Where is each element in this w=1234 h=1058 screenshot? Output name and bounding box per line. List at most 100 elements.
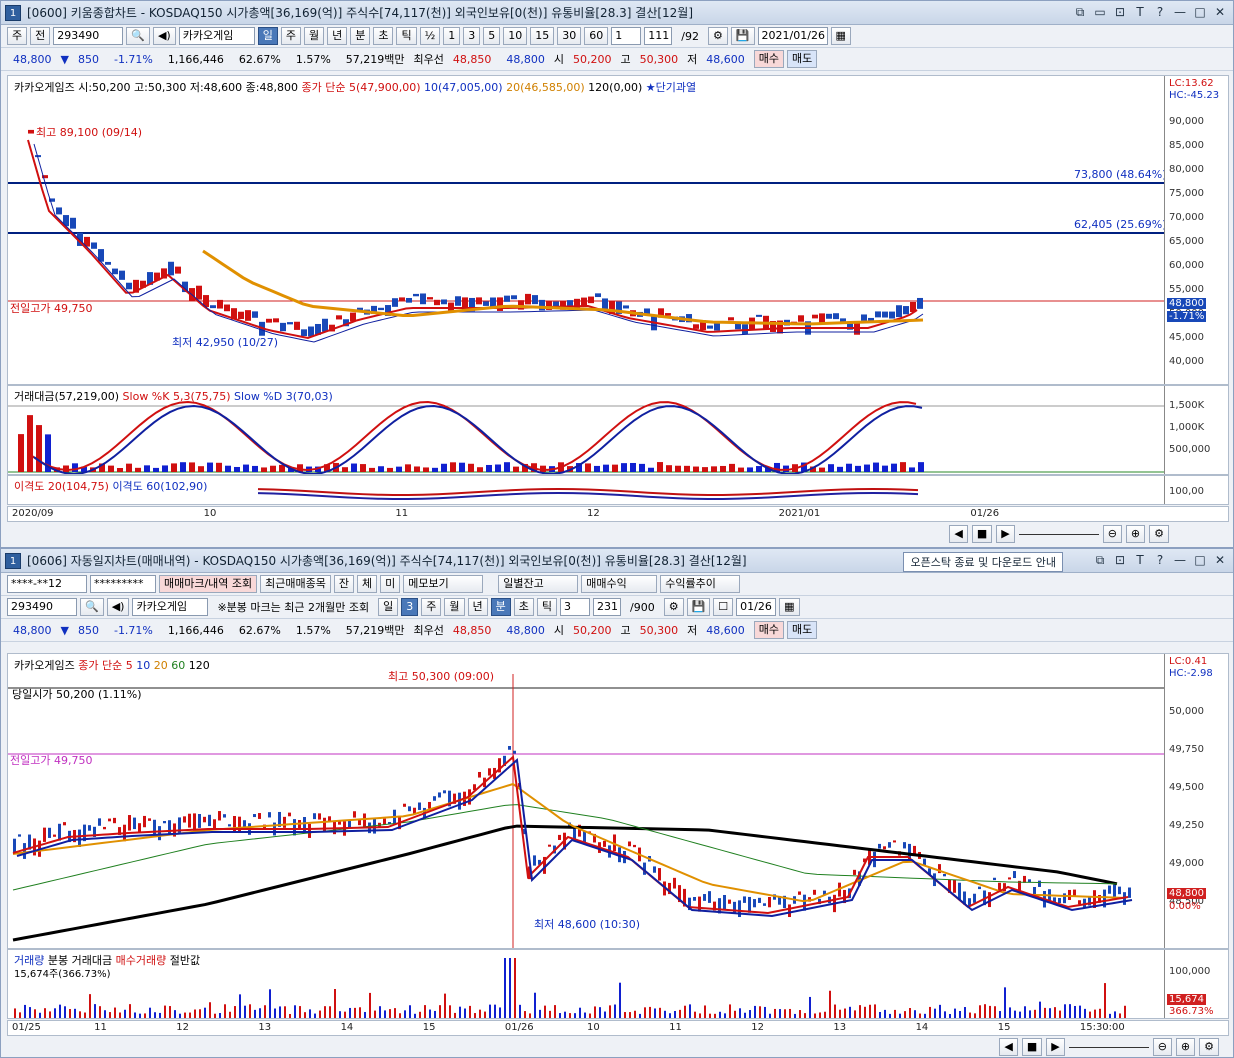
period-minute-btn[interactable]: 분 [350,27,371,45]
nav-stop-icon[interactable]: ■ [971,525,993,543]
minute-volume-chart[interactable]: 거래량 분봉 거래대금 매수거래량 절반값 15,674주(366.73%) 1… [7,949,1229,1019]
text-icon[interactable]: T [1133,553,1147,568]
search-icon[interactable]: 🔍 [126,27,150,45]
amount-bar [405,464,411,472]
code-input[interactable]: 293490 [53,27,124,45]
zoom-out-icon[interactable]: ⊖ [1152,1038,1172,1056]
period-second-btn[interactable]: 초 [373,27,394,45]
period-day-btn[interactable]: 일 [257,27,278,45]
maximize-icon[interactable]: □ [1193,553,1207,568]
maximize-icon[interactable]: □ [1193,5,1207,20]
search-icon[interactable]: 🔍 [80,598,104,616]
return-trend-button[interactable]: 수익률추이 [660,575,741,593]
trade-profit-button[interactable]: 매매수익 [581,575,658,593]
checkbox[interactable]: ☐ [713,598,734,616]
half-btn[interactable]: ½ [419,27,441,45]
disparity-chart[interactable]: 이격도 20(104,75) 이격도 60(102,90) 100,00 [7,475,1229,505]
nav-next-icon[interactable]: ▶ [996,525,1015,543]
filled-btn[interactable]: 체 [357,575,378,593]
interval-5-btn[interactable]: 5 [483,27,501,45]
help-icon[interactable]: ? [1153,5,1167,20]
candle [903,842,906,849]
help-icon[interactable]: ? [1153,553,1167,568]
download-notice-button[interactable]: 오픈스탁 종료 및 다운로드 안내 [903,552,1063,572]
interval-15-btn[interactable]: 15 [530,27,555,45]
period-month-btn[interactable]: 월 [303,27,325,45]
daily-balance-button[interactable]: 일별잔고 [498,575,579,593]
period-week-btn[interactable]: 주 [280,27,301,45]
period-year-btn[interactable]: 년 [467,598,488,616]
code-input[interactable]: 293490 [7,598,77,616]
interval-input[interactable]: 1 [611,27,642,45]
stack-icon[interactable]: ⊡ [1113,5,1127,20]
sound-icon[interactable]: ◀) [106,598,130,616]
period-month-btn[interactable]: 월 [444,598,465,616]
settings-icon[interactable]: ⚙ [1199,1038,1219,1056]
period-year-btn[interactable]: 년 [327,27,348,45]
text-icon[interactable]: T [1133,5,1147,20]
period-second-btn[interactable]: 초 [513,598,534,616]
balance-btn[interactable]: 잔 [333,575,355,593]
toolbar-w1-week-btn[interactable]: 주 [7,27,28,45]
price-chart-1[interactable]: 카카오게임즈 시:50,200 고:50,300 저:48,600 종:48,8… [7,75,1229,385]
sound-icon[interactable]: ◀) [152,27,176,45]
nav-first-icon[interactable]: ◀ [999,1038,1018,1056]
interval-60-btn[interactable]: 60 [584,27,609,45]
sell-button[interactable]: 매도 [787,50,818,68]
zoom-in-icon[interactable]: ⊕ [1125,525,1146,543]
settings-icon[interactable]: ⚙ [1149,525,1169,543]
calendar-icon[interactable]: ▦ [830,27,851,45]
day-count-select[interactable]: 3 [401,598,419,616]
close-icon[interactable]: ✕ [1213,553,1227,568]
tool-icon[interactable]: ⚙ [663,598,684,616]
unfilled-btn[interactable]: 미 [380,575,401,593]
zoom-slider[interactable] [1018,533,1099,535]
buy-button[interactable]: 매수 [753,621,785,639]
minimize-icon[interactable]: — [1173,553,1187,568]
volume-bar [804,1013,806,1018]
period-tick-btn[interactable]: 틱 [536,598,557,616]
interval-10-btn[interactable]: 10 [503,27,528,45]
zoom-in-icon[interactable]: ⊕ [1175,1038,1196,1056]
period-tick-btn[interactable]: 틱 [396,27,417,45]
period-day-btn[interactable]: 일 [378,598,399,616]
minute-chart[interactable]: 카카오게임즈 종가 단순 5 10 20 60 120 최고 50,300 (0… [7,653,1229,949]
tool-icon[interactable]: ⚙ [707,27,728,45]
save-icon[interactable]: 💾 [686,598,711,616]
volume-stoch-chart[interactable]: 거래대금(57,219,00) Slow %K 5,3(75,75) Slow … [7,385,1229,475]
restore-icon[interactable]: ⧉ [1093,553,1107,568]
memo-button[interactable]: 메모보기 [403,575,484,593]
count-input[interactable]: 111 [644,27,673,45]
restore-icon[interactable]: ⧉ [1073,5,1087,20]
interval-3-btn[interactable]: 3 [463,27,481,45]
zoom-slider[interactable] [1068,1046,1149,1048]
nav-stop-icon[interactable]: ■ [1021,1038,1043,1056]
minimize-icon[interactable]: — [1173,5,1187,20]
recent-trades-button[interactable]: 최근매매종목 [260,575,331,593]
buy-button[interactable]: 매수 [753,50,785,68]
pin-icon[interactable]: ▭ [1093,5,1107,20]
stack-icon[interactable]: ⊡ [1113,553,1127,568]
password-input[interactable]: ********* [90,575,156,593]
period-minute-btn[interactable]: 분 [490,598,511,616]
close-icon[interactable]: ✕ [1213,5,1227,20]
interval-1-btn[interactable]: 1 [443,27,461,45]
zoom-out-icon[interactable]: ⊖ [1102,525,1122,543]
save-icon[interactable]: 💾 [730,27,755,45]
date-input[interactable]: 01/26 [736,598,777,616]
calendar-icon[interactable]: ▦ [779,598,800,616]
count-input[interactable]: 231 [593,598,621,616]
interval-30-btn[interactable]: 30 [557,27,582,45]
stock-name-field[interactable]: 카카오게임 [178,27,255,45]
ma20-line [12,782,1124,903]
sell-button[interactable]: 매도 [787,621,818,639]
account-input[interactable]: ****-**12 [7,575,87,593]
date-input[interactable]: 2021/01/26 [757,27,828,45]
interval-input[interactable]: 3 [560,598,590,616]
nav-first-icon[interactable]: ◀ [949,525,968,543]
toolbar-w1-all-btn[interactable]: 전 [30,27,51,45]
nav-next-icon[interactable]: ▶ [1046,1038,1065,1056]
trade-mark-button[interactable]: 매매마크/내역 조회 [159,575,258,593]
period-week-btn[interactable]: 주 [421,598,442,616]
stock-name-field[interactable]: 카카오게임 [132,598,209,616]
